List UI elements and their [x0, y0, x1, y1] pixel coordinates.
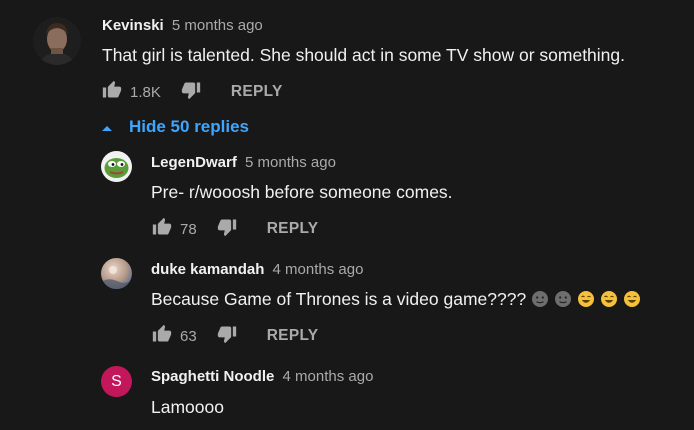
comment-text-content: Because Game of Thrones is a video game?… — [151, 289, 527, 309]
neutral-face-emoji-icon — [554, 290, 572, 313]
author-name[interactable]: Spaghetti Noodle — [151, 368, 274, 385]
author-name[interactable]: LegenDwarf — [151, 154, 237, 171]
timestamp[interactable]: 5 months ago — [245, 154, 336, 171]
author-name[interactable]: duke kamandah — [151, 261, 264, 278]
laughing-emoji-icon — [577, 290, 595, 313]
laughing-emoji-icon — [623, 290, 641, 313]
thumbs-up-icon[interactable] — [152, 217, 172, 242]
timestamp[interactable]: 4 months ago — [283, 368, 374, 385]
comment-header: LegenDwarf 5 months ago — [151, 154, 336, 171]
hide-replies-button[interactable]: Hide 50 replies — [101, 117, 249, 137]
comment-text: Pre- r/wooosh before someone comes. — [151, 182, 453, 202]
thumbs-down-icon[interactable] — [217, 217, 237, 242]
comment-header: duke kamandah 4 months ago — [151, 261, 363, 278]
avatar[interactable] — [101, 258, 132, 289]
thumbs-up-icon[interactable] — [102, 80, 122, 105]
thumbs-down-icon[interactable] — [181, 80, 201, 105]
comment-header: Spaghetti Noodle 4 months ago — [151, 368, 373, 385]
reply-button[interactable]: REPLY — [267, 220, 319, 238]
comment-actions: 1.8K REPLY — [102, 80, 283, 104]
thumbs-down-icon[interactable] — [217, 324, 237, 349]
thumbs-up-icon[interactable] — [152, 324, 172, 349]
author-name[interactable]: Kevinski — [102, 17, 164, 34]
comment-text: Lamoooo — [151, 397, 224, 417]
neutral-face-emoji-icon — [531, 290, 549, 313]
avatar[interactable] — [33, 17, 81, 65]
like-count: 1.8K — [130, 83, 161, 101]
comment-text: That girl is talented. She should act in… — [102, 45, 626, 65]
comment-text: Because Game of Thrones is a video game?… — [151, 289, 641, 313]
avatar[interactable] — [101, 151, 132, 182]
reply-button[interactable]: REPLY — [231, 83, 283, 101]
reply-button[interactable]: REPLY — [267, 327, 319, 345]
timestamp[interactable]: 5 months ago — [172, 17, 263, 34]
laughing-emoji-icon — [600, 290, 618, 313]
comment-header: Kevinski 5 months ago — [102, 17, 263, 34]
avatar[interactable]: S — [101, 366, 132, 397]
avatar-letter: S — [111, 372, 122, 390]
timestamp[interactable]: 4 months ago — [273, 261, 364, 278]
caret-up-icon — [101, 117, 113, 137]
comment-actions: 63 REPLY — [152, 324, 318, 348]
comment-actions: 78 REPLY — [152, 217, 318, 241]
like-count: 78 — [180, 220, 197, 238]
like-count: 63 — [180, 327, 197, 345]
hide-replies-label: Hide 50 replies — [129, 117, 250, 136]
